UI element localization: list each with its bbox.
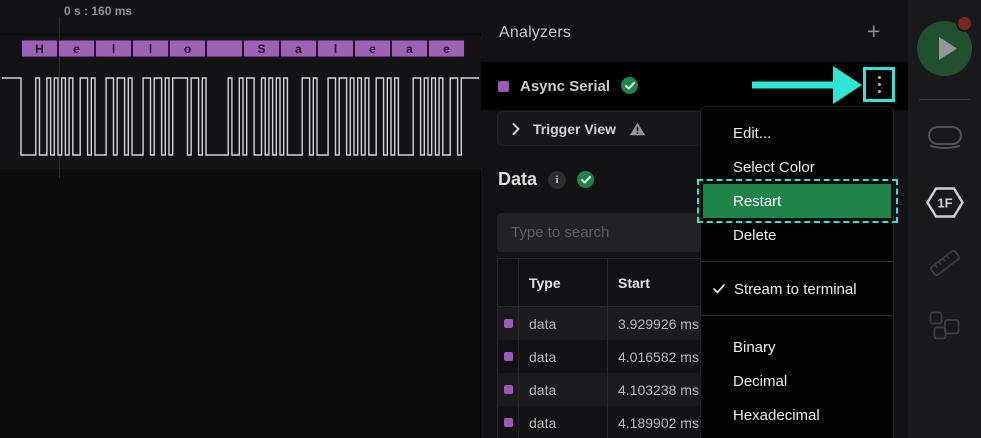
row-color-swatch xyxy=(504,418,513,427)
table-header-icon-col xyxy=(498,259,519,306)
logic-level-icon: 1F xyxy=(926,187,964,218)
logic-levels-button[interactable]: 1F xyxy=(908,187,981,218)
row-type-cell: data xyxy=(519,406,608,438)
extensions-icon xyxy=(929,311,960,340)
add-analyzer-button[interactable]: + xyxy=(867,18,880,45)
measure-button[interactable] xyxy=(908,246,981,280)
menu-separator xyxy=(701,261,893,262)
row-color-swatch xyxy=(504,385,513,394)
analyzer-context-menu: Edit... Select Color Restart Delete Stre… xyxy=(700,106,894,438)
info-icon[interactable]: i xyxy=(548,171,566,189)
table-header-type: Type xyxy=(519,259,608,306)
menu-item-select-color[interactable]: Select Color xyxy=(701,150,893,184)
trigger-view-label: Trigger View xyxy=(533,121,616,137)
sidebar-divider xyxy=(919,99,970,100)
menu-item-decimal[interactable]: Decimal xyxy=(701,364,893,398)
row-color-cell xyxy=(498,373,519,406)
waveform-view[interactable]: 0 s : 160 ms He l l o Sa l e a e xyxy=(0,0,481,438)
row-type-cell: data xyxy=(519,307,608,340)
panel-title: Analyzers xyxy=(499,24,571,42)
decode-bubble xyxy=(207,40,243,57)
svg-text:H: H xyxy=(35,42,44,56)
svg-text:e: e xyxy=(369,42,376,56)
svg-text:o: o xyxy=(184,42,191,56)
menu-item-hexadecimal[interactable]: Hexadecimal xyxy=(701,398,893,432)
svg-text:a: a xyxy=(406,42,413,56)
warning-icon xyxy=(629,122,646,136)
svg-text:a: a xyxy=(295,42,302,56)
stream-to-terminal-label: Stream to terminal xyxy=(734,281,857,298)
device-settings-button[interactable] xyxy=(908,125,981,151)
analyzer-color-swatch xyxy=(498,81,509,92)
right-sidebar: 1F xyxy=(908,0,981,438)
svg-text:l: l xyxy=(334,42,337,56)
menu-item-stream-to-terminal[interactable]: Stream to terminal xyxy=(701,272,893,306)
svg-text:e: e xyxy=(73,42,80,56)
svg-text:l: l xyxy=(112,42,115,56)
svg-text:S: S xyxy=(257,42,265,56)
annotation-arrow xyxy=(752,66,862,104)
menu-separator xyxy=(701,315,893,316)
row-type-cell: data xyxy=(519,340,608,373)
extensions-button[interactable] xyxy=(908,311,981,340)
data-section-header: Data i xyxy=(498,169,594,190)
row-color-cell xyxy=(498,307,519,340)
svg-text:e: e xyxy=(443,42,450,56)
row-type-cell: data xyxy=(519,373,608,406)
timeline-timestamp: 0 s : 160 ms xyxy=(64,4,132,18)
row-color-swatch xyxy=(504,319,513,328)
menu-item-delete[interactable]: Delete xyxy=(701,218,893,252)
chevron-right-icon xyxy=(512,123,520,135)
row-color-cell xyxy=(498,406,519,438)
analyzer-ok-icon xyxy=(621,77,638,94)
data-ok-icon xyxy=(577,171,594,188)
menu-item-binary[interactable]: Binary xyxy=(701,330,893,364)
row-color-swatch xyxy=(504,352,513,361)
kebab-icon xyxy=(878,76,881,79)
device-icon xyxy=(927,125,963,151)
svg-text:1F: 1F xyxy=(937,196,952,211)
ruler-icon xyxy=(928,246,962,280)
data-section-title: Data xyxy=(498,169,537,190)
menu-item-edit[interactable]: Edit... xyxy=(701,116,893,150)
record-status-dot xyxy=(956,15,973,32)
menu-item-restart[interactable]: Restart xyxy=(703,184,891,218)
analyzer-name: Async Serial xyxy=(520,78,610,95)
row-color-cell xyxy=(498,340,519,373)
kebab-menu-button[interactable] xyxy=(863,67,895,102)
waveform-panel[interactable]: 0 s : 160 ms He l l o Sa l e a e xyxy=(0,0,481,438)
svg-text:l: l xyxy=(149,42,152,56)
check-icon xyxy=(713,281,726,298)
logic-analyzer-app: 0 s : 160 ms He l l o Sa l e a e Analyzers + Asy… xyxy=(0,0,981,438)
